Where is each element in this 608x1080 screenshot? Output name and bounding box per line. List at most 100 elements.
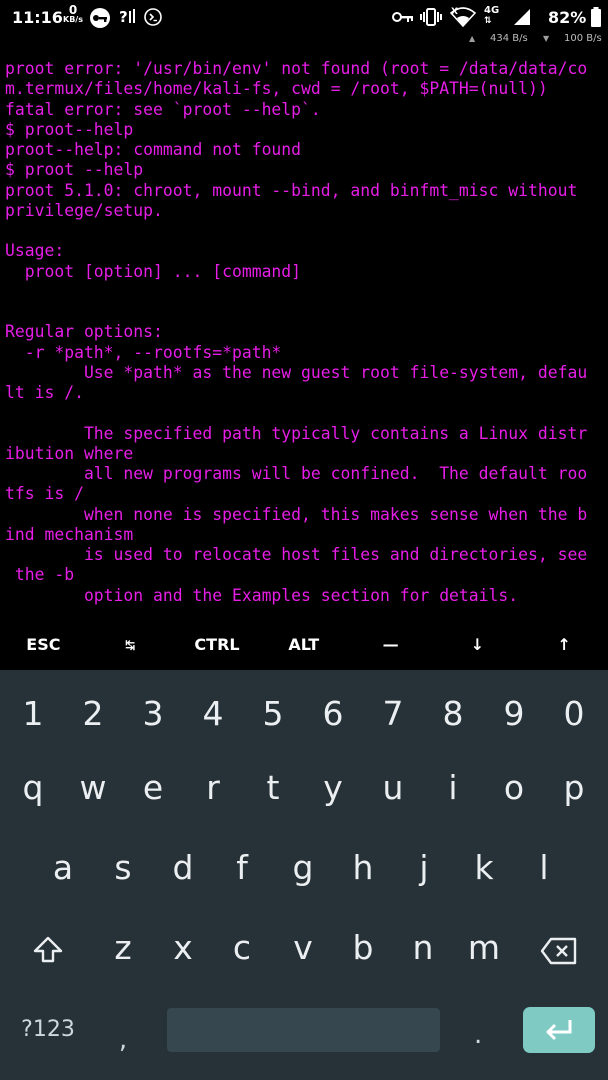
- key-6[interactable]: 6: [303, 674, 363, 754]
- alt-key[interactable]: ALT: [260, 620, 347, 670]
- key-4[interactable]: 4: [183, 674, 243, 754]
- vibrate-icon: [420, 8, 442, 26]
- vpn-key-icon: [90, 8, 110, 28]
- terminal-line: -r *path*, --rootfs=*path*: [5, 342, 282, 362]
- key-k[interactable]: k: [454, 828, 514, 908]
- terminal-line: when none is specified, this makes sense…: [5, 504, 588, 524]
- terminal-line: the -b: [5, 565, 75, 585]
- terminal-line: The specified path typically contains a …: [5, 423, 588, 443]
- key-g[interactable]: g: [273, 828, 333, 908]
- key-p[interactable]: p: [544, 748, 604, 828]
- net-rate-unit: KB/s: [63, 15, 83, 24]
- terminal-line: privilege/setup.: [5, 200, 163, 220]
- key-d[interactable]: d: [153, 828, 213, 908]
- esc-key[interactable]: ESC: [0, 620, 87, 670]
- question-icon: ?: [119, 8, 135, 26]
- key-b[interactable]: b: [333, 908, 393, 988]
- net-rate-value: 0: [68, 3, 78, 17]
- net-rate-indicator: 0 KB/s: [62, 3, 84, 25]
- terminal-line: $ proot--help: [5, 119, 134, 139]
- terminal-line: ind mechanism: [5, 524, 134, 544]
- key-y[interactable]: y: [303, 748, 363, 828]
- key-2[interactable]: 2: [63, 674, 123, 754]
- key-r[interactable]: r: [183, 748, 243, 828]
- key-s[interactable]: s: [93, 828, 153, 908]
- key-u[interactable]: u: [363, 748, 423, 828]
- symbols-key[interactable]: ?123: [12, 990, 84, 1070]
- network-4g-icon: 4G ⇅: [484, 5, 500, 27]
- key-o[interactable]: o: [484, 748, 544, 828]
- terminal-line: Usage:: [5, 241, 65, 261]
- period-key[interactable]: .: [474, 1020, 482, 1050]
- key-5[interactable]: 5: [243, 674, 303, 754]
- download-arrow-icon: ▼: [543, 34, 550, 43]
- arrow-down-key[interactable]: ↓: [434, 620, 521, 670]
- dash-key[interactable]: —: [347, 620, 434, 670]
- terminal-line: Use *path* as the new guest root file-sy…: [5, 362, 588, 382]
- key-9[interactable]: 9: [484, 674, 544, 754]
- battery-icon: [591, 7, 601, 27]
- spacebar[interactable]: [167, 1008, 440, 1052]
- terminal-line: is used to relocate host files and direc…: [5, 545, 588, 564]
- key-i[interactable]: i: [423, 748, 483, 828]
- svg-text:?: ?: [119, 8, 128, 26]
- key-0[interactable]: 0: [544, 674, 604, 754]
- key-v[interactable]: v: [273, 908, 333, 988]
- terminal-line: ibution where: [5, 443, 134, 463]
- shift-icon[interactable]: [32, 934, 64, 966]
- key-n[interactable]: n: [393, 908, 453, 988]
- status-bar: 11:16 0 KB/s ? X 4G ⇅ 82% ▲ 434 B/s ▼ 10…: [0, 0, 608, 52]
- key-a[interactable]: a: [33, 828, 93, 908]
- key-m[interactable]: m: [454, 908, 514, 988]
- key-3[interactable]: 3: [123, 674, 183, 754]
- key-j[interactable]: j: [394, 828, 454, 908]
- terminal-output[interactable]: proot error: '/usr/bin/env' not found (r…: [5, 59, 605, 606]
- download-speed: 100 B/s: [564, 33, 602, 44]
- key-1[interactable]: 1: [3, 674, 63, 754]
- terminal-line: lt is /.: [5, 383, 84, 402]
- extra-keys-row: ESC ↹ CTRL ALT — ↓ ↑: [0, 620, 608, 670]
- key-t[interactable]: t: [243, 748, 303, 828]
- terminal-line: m.termux/files/home/kali-fs, cwd = /root…: [5, 79, 548, 99]
- key-8[interactable]: 8: [423, 674, 483, 754]
- key-h[interactable]: h: [333, 828, 393, 908]
- svg-text:X: X: [451, 7, 458, 17]
- enter-icon: [546, 1020, 572, 1041]
- key-l[interactable]: l: [514, 828, 574, 908]
- terminal-line: fatal error: see `proot --help`.: [5, 99, 321, 119]
- terminal-line: tfs is /: [5, 484, 84, 504]
- comma-key[interactable]: ,: [93, 1000, 153, 1080]
- key-z[interactable]: z: [93, 908, 153, 988]
- key-icon: [392, 12, 413, 22]
- tab-key[interactable]: ↹: [87, 620, 174, 670]
- key-x[interactable]: x: [153, 908, 213, 988]
- key-7[interactable]: 7: [363, 674, 423, 754]
- wifi-icon: X: [449, 7, 477, 27]
- enter-key[interactable]: [523, 1007, 595, 1053]
- key-w[interactable]: w: [63, 748, 123, 828]
- arrow-up-key[interactable]: ↑: [521, 620, 608, 670]
- backspace-icon[interactable]: [540, 936, 578, 966]
- terminal-line: $ proot --help: [5, 160, 144, 180]
- signal-icon: [514, 9, 530, 25]
- upload-arrow-icon: ▲: [469, 34, 476, 43]
- ctrl-key[interactable]: CTRL: [174, 620, 261, 670]
- terminal-line: proot--help: command not found: [5, 140, 302, 159]
- terminal-line: all new programs will be confined. The d…: [5, 464, 588, 483]
- battery-percent: 82%: [548, 8, 587, 27]
- clock: 11:16: [12, 8, 63, 27]
- terminal-line: Regular options:: [5, 322, 163, 342]
- key-c[interactable]: c: [212, 908, 272, 988]
- terminal-line: proot 5.1.0: chroot, mount --bind, and b…: [5, 180, 578, 200]
- key-q[interactable]: q: [3, 748, 63, 828]
- upload-speed: 434 B/s: [490, 33, 528, 44]
- key-f[interactable]: f: [212, 828, 272, 908]
- key-e[interactable]: e: [123, 748, 183, 828]
- terminal-line: proot error: '/usr/bin/env' not found (r…: [5, 59, 588, 78]
- terminal-icon: [144, 8, 162, 26]
- terminal-line: option and the Examples section for deta…: [5, 585, 519, 605]
